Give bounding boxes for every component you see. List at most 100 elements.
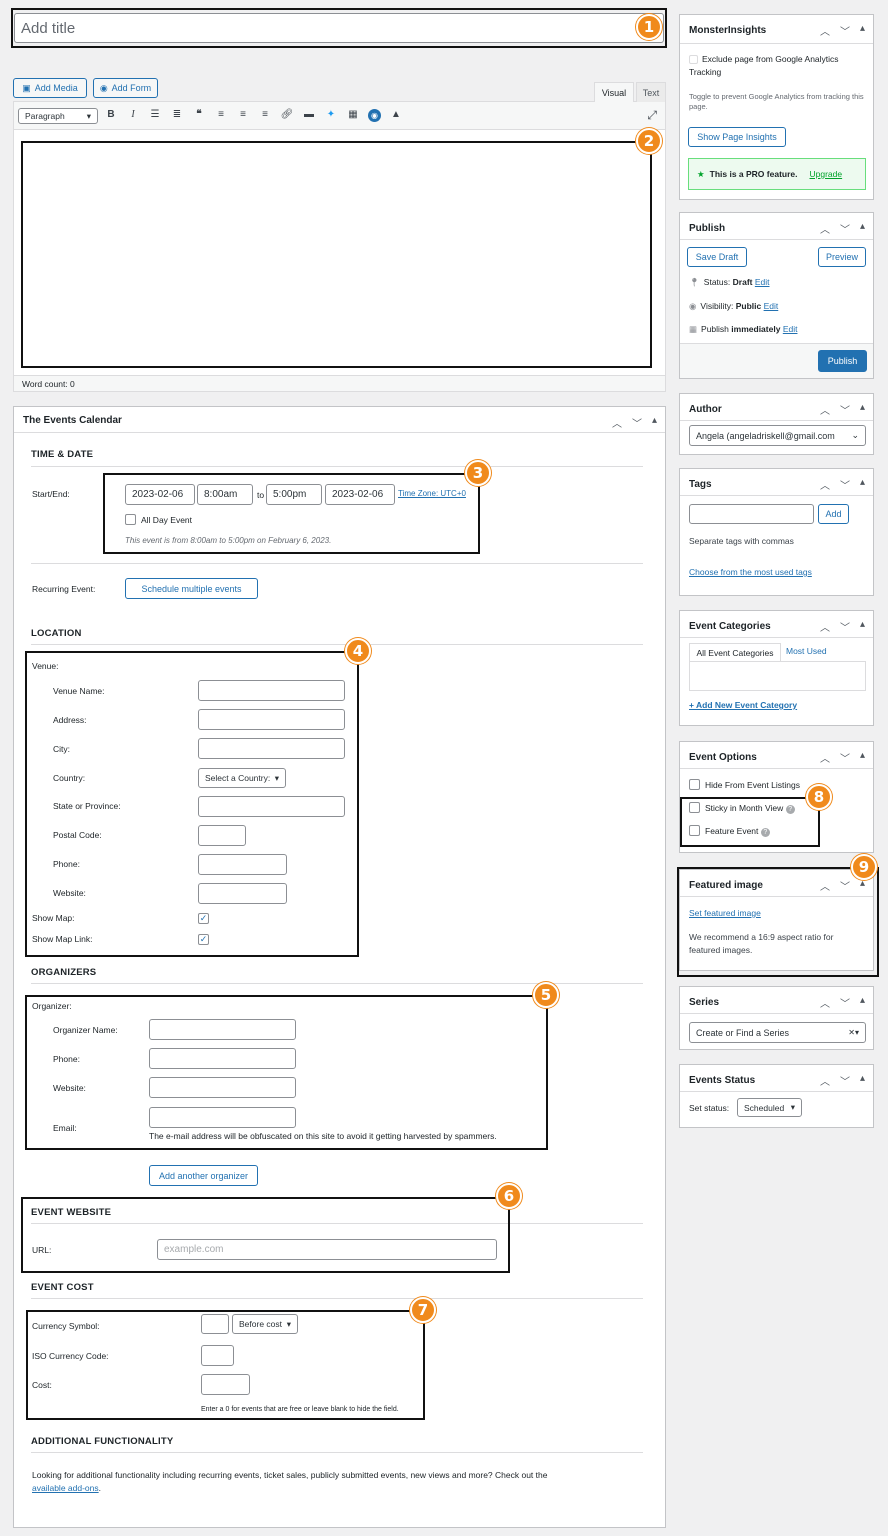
tab-all-categories[interactable]: All Event Categories [689,643,781,661]
visibility-edit-link[interactable]: Edit [764,301,779,311]
callout-box-9 [677,867,879,977]
chevron-down-icon: ▾ [86,110,91,121]
caret-up-icon[interactable]: ▴ [860,619,865,634]
chevron-up-icon[interactable]: ︿ [820,477,830,492]
save-draft-button[interactable]: Save Draft [687,247,747,267]
keyboard-icon[interactable]: ▦ [346,109,360,122]
divider [680,43,873,44]
chevron-up-icon[interactable]: ︿ [820,619,830,634]
status-edit-link[interactable]: Edit [755,277,770,287]
monsterinsights-title: MonsterInsights [689,25,767,36]
callout-box-7 [26,1310,425,1420]
link-icon[interactable]: 🔗︎ [280,109,294,122]
divider [31,563,643,564]
chevron-down-icon[interactable]: ﹀ [840,750,850,765]
italic-icon[interactable]: I [126,109,140,122]
twitter-icon[interactable]: ✦ [324,109,338,122]
align-left-icon[interactable]: ≡ [214,109,228,122]
series-title: Series [689,997,720,1008]
addons-link[interactable]: available add-ons [32,1483,99,1493]
categories-title: Event Categories [689,621,771,632]
callout-box-2 [21,141,652,368]
callout-box-5 [25,995,548,1150]
add-tag-button[interactable]: Add [818,504,849,524]
chevron-down-icon[interactable]: ﹀ [840,23,850,38]
form-icon: ◉ [99,82,108,93]
chevron-down-icon[interactable]: ﹀ [632,415,642,430]
media-icon: ▣ [22,82,31,93]
tab-most-used[interactable]: Most Used [786,646,827,656]
preview-button[interactable]: Preview [818,247,866,267]
caret-up-icon[interactable]: ▴ [860,995,865,1010]
caret-up-icon[interactable]: ▴ [860,221,865,236]
chevron-down-icon[interactable]: ﹀ [840,995,850,1010]
blockquote-icon[interactable]: ❝ [192,109,206,122]
hide-listings-checkbox[interactable] [689,779,700,790]
exclude-checkbox[interactable] [689,55,698,65]
caret-up-icon[interactable]: ▴ [860,23,865,38]
graduation-cap-icon[interactable]: ▲ [389,109,403,122]
caret-up-icon[interactable]: ▴ [860,1073,865,1088]
show-insights-button[interactable]: Show Page Insights [688,127,786,147]
bullet-list-icon[interactable]: ☰ [148,109,162,122]
status-select[interactable]: Scheduled ▾ [737,1098,802,1117]
series-select[interactable]: Create or Find a Series ✕▾ [689,1022,866,1043]
hide-listings-label: Hide From Event Listings [705,780,800,790]
schedule-multiple-button[interactable]: Schedule multiple events [125,578,258,599]
add-media-button[interactable]: ▣ Add Media [13,78,87,98]
cost-heading: EVENT COST [31,1282,94,1293]
bold-icon[interactable]: B [104,109,118,122]
chevron-up-icon[interactable]: ︿ [820,402,830,417]
pin-icon: 📍︎ [689,277,700,287]
numbered-list-icon[interactable]: ≣ [170,109,184,122]
publish-button[interactable]: Publish [818,350,867,372]
pro-feature-box: ★ This is a PRO feature. Upgrade [688,158,866,190]
callout-box-6 [21,1197,510,1273]
caret-up-icon[interactable]: ▴ [860,750,865,765]
chevron-up-icon[interactable]: ︿ [820,995,830,1010]
chevron-down-icon[interactable]: ﹀ [840,477,850,492]
align-center-icon[interactable]: ≡ [236,109,250,122]
chevron-down-icon[interactable]: ﹀ [840,619,850,634]
caret-up-icon[interactable]: ▴ [652,415,657,430]
time-date-heading: TIME & DATE [31,449,94,460]
caret-up-icon[interactable]: ▴ [860,477,865,492]
tags-title: Tags [689,479,712,490]
schedule-edit-link[interactable]: Edit [783,324,798,334]
add-organizer-button[interactable]: Add another organizer [149,1165,258,1186]
callout-badge-6: 6 [496,1183,522,1209]
eye-icon: ◉ [689,301,697,311]
align-right-icon[interactable]: ≡ [258,109,272,122]
add-category-link[interactable]: + Add New Event Category [689,700,797,710]
podcast-icon[interactable]: ◉ [368,109,381,122]
read-more-icon[interactable]: ▬ [302,109,316,122]
tab-visual[interactable]: Visual [594,82,634,102]
tag-input[interactable] [689,504,814,524]
choose-tags-link[interactable]: Choose from the most used tags [689,567,812,577]
fullscreen-icon[interactable]: ⤢ [647,108,657,123]
callout-badge-5: 5 [533,982,559,1008]
visibility-row: ◉ Visibility: Public Edit [689,301,779,311]
upgrade-link[interactable]: Upgrade [810,169,843,179]
chevron-down-icon[interactable]: ﹀ [840,1073,850,1088]
chevron-up-icon[interactable]: ︿ [820,1073,830,1088]
panel-controls: ︿ ﹀ ▴ [820,995,865,1010]
tab-text[interactable]: Text [636,82,666,102]
panel-controls: ︿ ﹀ ▴ [612,415,657,430]
caret-up-icon[interactable]: ▴ [860,402,865,417]
chevron-up-icon[interactable]: ︿ [820,23,830,38]
author-title: Author [689,404,722,415]
add-form-button[interactable]: ◉ Add Form [93,78,158,98]
chevron-down-icon[interactable]: ﹀ [840,402,850,417]
events-status-panel: Events Status ︿ ﹀ ▴ Set status: Scheduled ▾ [679,1064,874,1128]
chevron-down-icon[interactable]: ﹀ [840,221,850,236]
format-select[interactable]: Paragraph ▾ [18,108,98,124]
chevron-up-icon[interactable]: ︿ [820,750,830,765]
title-input[interactable]: Add title [14,13,664,43]
chevron-up-icon[interactable]: ︿ [820,221,830,236]
author-select[interactable]: Angela (angeladriskell@gmail.com ⌄ [689,425,866,446]
chevron-up-icon[interactable]: ︿ [612,415,622,430]
clear-chevron-icon: ✕▾ [848,1028,859,1037]
divider [680,768,873,769]
toggle-note: Toggle to prevent Google Analytics from … [689,92,864,111]
